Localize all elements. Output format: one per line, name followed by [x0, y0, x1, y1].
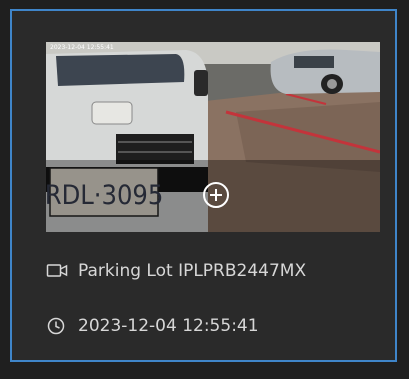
add-button[interactable] — [201, 180, 231, 210]
plus-circle-icon — [203, 182, 229, 208]
snapshot-overlay-text: 2023-12-04 12:55:41 — [50, 44, 114, 51]
clock-icon — [46, 316, 68, 336]
location-label: Parking Lot IPLPRB2447MX — [78, 261, 307, 281]
capture-card[interactable]: RDL·3095 2023-12-04 12:55:41 Parking Lot… — [10, 9, 397, 362]
vehicle-snapshot[interactable]: RDL·3095 2023-12-04 12:55:41 — [46, 42, 380, 232]
timestamp-label: 2023-12-04 12:55:41 — [78, 316, 259, 336]
timestamp-row: 2023-12-04 12:55:41 — [46, 316, 259, 336]
camera-icon — [46, 261, 68, 281]
location-row: Parking Lot IPLPRB2447MX — [46, 261, 306, 281]
